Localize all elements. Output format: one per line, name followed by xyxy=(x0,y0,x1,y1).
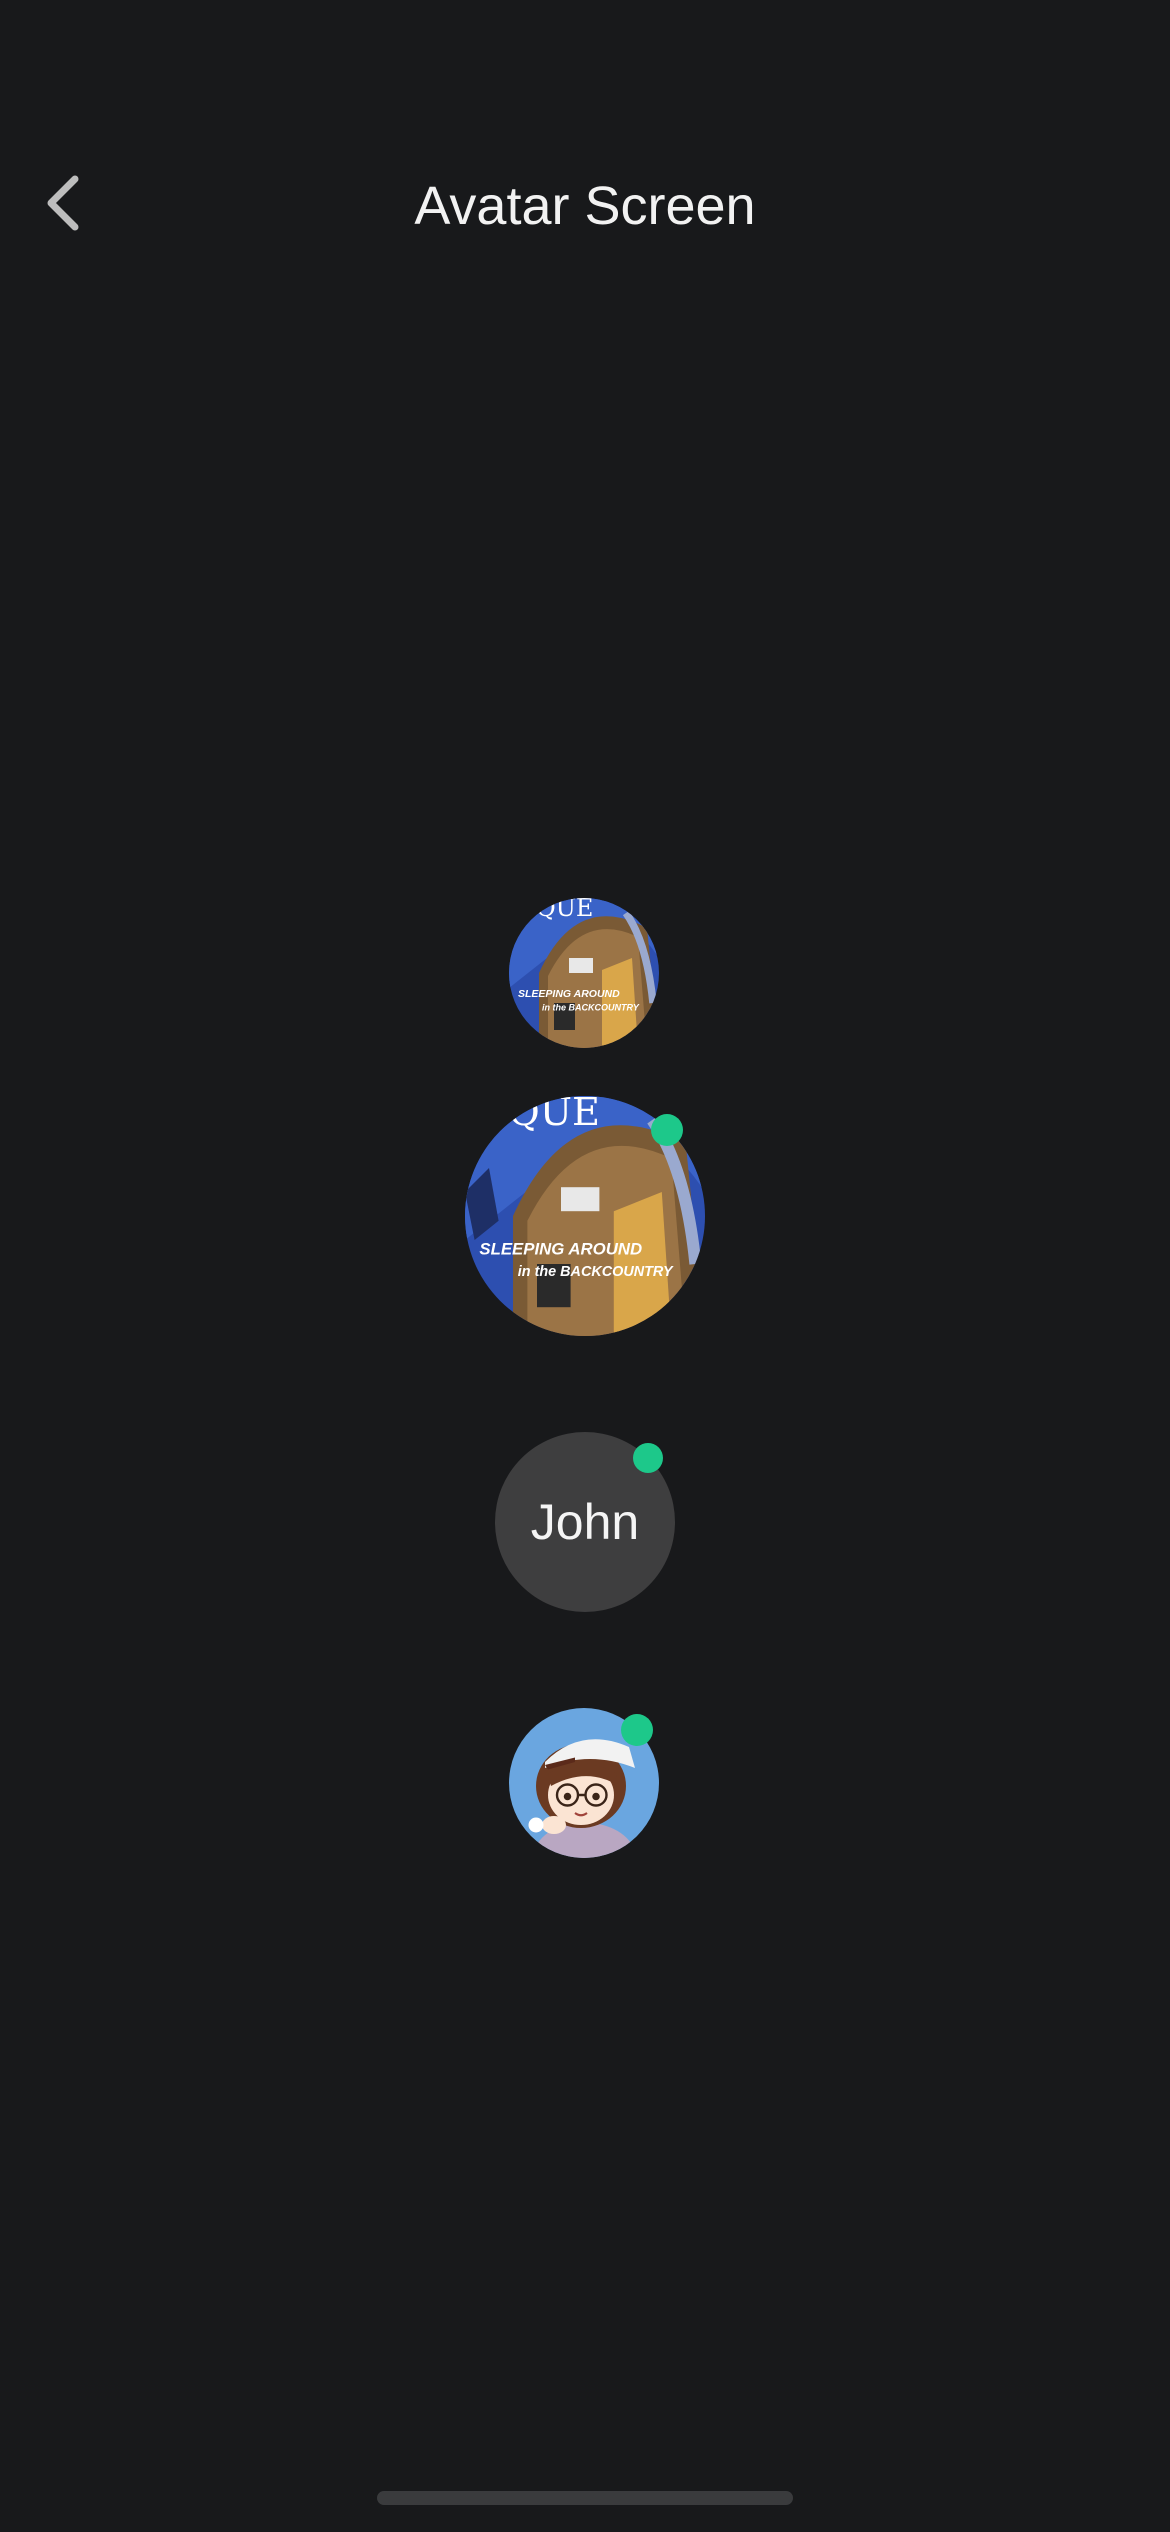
nav-bar: Avatar Screen xyxy=(0,150,1170,262)
avatar-small-cover[interactable]: QUE SLEEPING AROUND in the BACKCOUNTRY xyxy=(509,898,659,1048)
avatar-initials[interactable]: John xyxy=(495,1432,675,1612)
online-status-dot xyxy=(621,1714,653,1746)
online-status-dot xyxy=(633,1443,663,1473)
svg-text:QUE: QUE xyxy=(536,898,593,922)
avatar-large-cover[interactable]: QUE SLEEPING AROUND in the BACKCOUNTRY xyxy=(465,1096,705,1336)
home-indicator[interactable] xyxy=(377,2491,793,2505)
cabin-cover-image: QUE SLEEPING AROUND in the BACKCOUNTRY xyxy=(509,898,659,1048)
svg-text:in the BACKCOUNTRY: in the BACKCOUNTRY xyxy=(518,1264,674,1280)
avatar-cartoon[interactable] xyxy=(509,1708,659,1858)
svg-text:SLEEPING AROUND: SLEEPING AROUND xyxy=(479,1239,642,1258)
online-status-dot xyxy=(651,1114,683,1146)
svg-text:SLEEPING AROUND: SLEEPING AROUND xyxy=(518,988,620,1000)
svg-text:QUE: QUE xyxy=(508,1096,600,1135)
page-title: Avatar Screen xyxy=(414,176,756,236)
svg-text:in the BACKCOUNTRY: in the BACKCOUNTRY xyxy=(542,1003,640,1013)
